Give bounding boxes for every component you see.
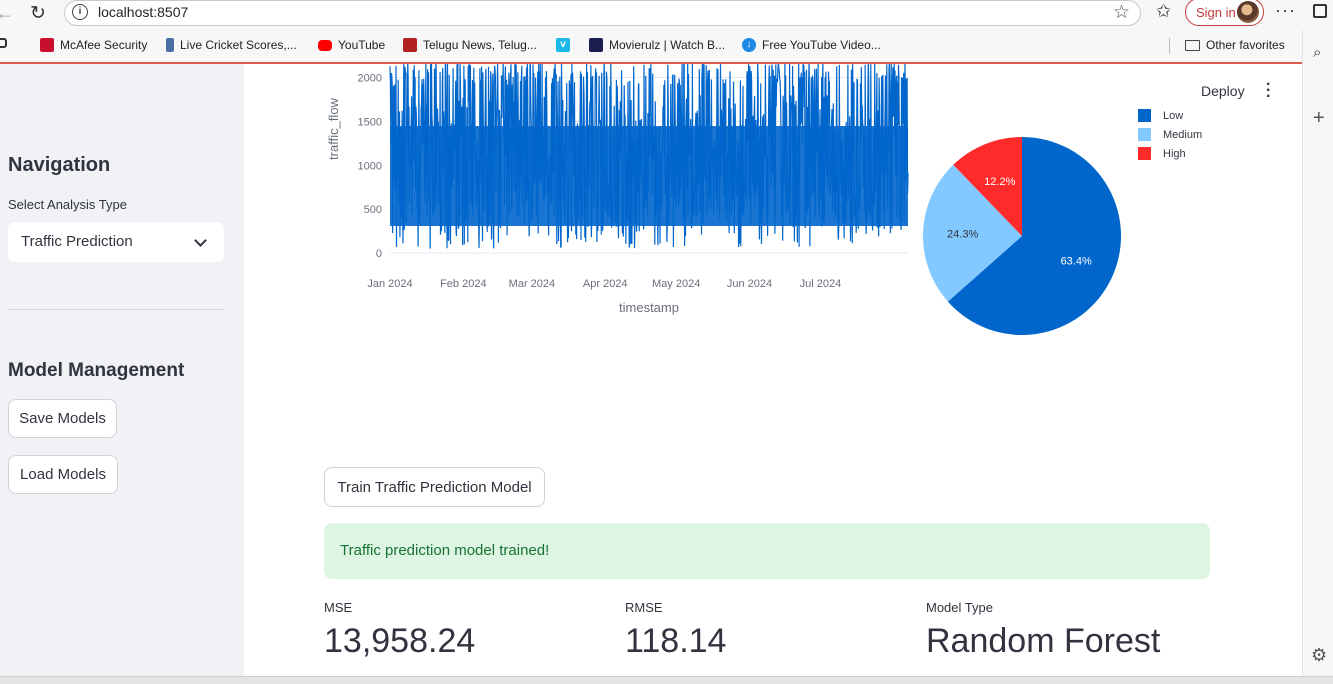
y-tick-label: 0	[376, 248, 382, 260]
search-icon[interactable]: ⌕	[1313, 44, 1321, 61]
analysis-type-value[interactable]: Traffic Prediction	[21, 233, 133, 250]
x-tick-label: Jan 2024	[367, 278, 412, 290]
save-models-button[interactable]: Save Models	[8, 399, 117, 438]
pie-label-medium: 24.3%	[947, 229, 978, 241]
traffic-flow-series-density	[390, 126, 908, 226]
metric-rmse-value: 118.14	[625, 622, 727, 660]
charts-svg: 0 500 1000 1500 2000 Jan 2024 Feb 2024 Mar 2024…	[326, 64, 1121, 335]
y-tick-label: 500	[364, 204, 382, 216]
bookmark-mcafee[interactable]: McAfee Security	[40, 38, 147, 52]
legend-swatch-high	[1138, 147, 1151, 160]
more-dots-icon[interactable]: ···	[1275, 0, 1296, 21]
success-message: Traffic prediction model trained!	[340, 542, 550, 559]
x-tick-label: Jun 2024	[727, 278, 772, 290]
train-model-button[interactable]: Train Traffic Prediction Model	[324, 467, 545, 507]
reload-icon[interactable]: ↻	[30, 2, 46, 25]
vimeo-icon: v	[556, 38, 570, 52]
bookmark-separator	[1169, 38, 1170, 54]
metric-model-type-value: Random Forest	[926, 622, 1161, 660]
x-tick-label: Apr 2024	[583, 278, 628, 290]
youtube-icon	[318, 39, 332, 51]
x-tick-label: Mar 2024	[509, 278, 555, 290]
x-tick-label: Feb 2024	[440, 278, 486, 290]
deploy-button[interactable]: Deploy	[1201, 83, 1245, 99]
main-menu-icon[interactable]: · · ·	[1266, 77, 1271, 105]
signin-label[interactable]: Sign in	[1196, 5, 1236, 20]
telugu-news-icon	[403, 38, 417, 52]
y-tick-label: 1000	[358, 160, 382, 172]
metric-mse-value: 13,958.24	[324, 622, 476, 660]
y-tick-label: 1500	[358, 116, 382, 128]
bookmark-cricket[interactable]: Live Cricket Scores,...	[166, 38, 297, 52]
mcafee-icon	[40, 38, 54, 52]
profile-avatar[interactable]	[1237, 1, 1259, 23]
other-favorites[interactable]: Other favorites	[1185, 38, 1285, 52]
url-field[interactable]	[64, 0, 1141, 26]
legend-item-high[interactable]: High	[1138, 147, 1186, 160]
legend-item-low[interactable]: Low	[1138, 109, 1183, 122]
sidebar-toggle-icon[interactable]	[1313, 4, 1327, 18]
y-axis-title: traffic_flow	[326, 97, 341, 160]
add-icon[interactable]: +	[1313, 107, 1325, 130]
select-label: Select Analysis Type	[8, 197, 127, 212]
legend-swatch-low	[1138, 109, 1151, 122]
bookmark-movierulz[interactable]: Movierulz | Watch B...	[589, 38, 725, 52]
bookmark-vimeo[interactable]: v	[556, 38, 570, 52]
x-tick-label: Jul 2024	[800, 278, 842, 290]
movierulz-icon	[589, 38, 603, 52]
back-arrow-icon[interactable]: ←	[0, 3, 14, 24]
site-info-icon[interactable]: i	[72, 4, 88, 20]
legend-swatch-medium	[1138, 128, 1151, 141]
model-management-title: Model Management	[8, 360, 185, 381]
download-icon: ↓	[742, 38, 756, 52]
favorite-star-icon[interactable]: ☆	[1113, 1, 1130, 24]
metric-rmse-label: RMSE	[625, 600, 663, 615]
bookmark-telugu-news[interactable]: Telugu News, Telug...	[403, 38, 537, 52]
bookmark-youtube[interactable]: YouTube	[318, 38, 385, 52]
navigation-title: Navigation	[8, 154, 111, 176]
cricket-icon	[166, 38, 174, 52]
favorites-menu-icon[interactable]	[0, 38, 7, 48]
metric-model-type-label: Model Type	[926, 600, 993, 615]
bottom-scrollbar-area	[0, 676, 1333, 684]
bookmark-free-youtube-video[interactable]: ↓ Free YouTube Video...	[742, 38, 881, 52]
pie-label-high: 12.2%	[984, 176, 1015, 188]
url-text[interactable]: localhost:8507	[98, 4, 188, 20]
folder-icon	[1185, 39, 1200, 51]
gear-icon[interactable]: ⚙	[1311, 645, 1327, 666]
y-tick-label: 2000	[358, 73, 382, 85]
x-axis-title: timestamp	[619, 300, 679, 315]
favorites-icon[interactable]: ✩	[1156, 1, 1171, 22]
sidebar-divider	[8, 309, 224, 310]
legend-item-medium[interactable]: Medium	[1138, 128, 1202, 141]
metric-mse-label: MSE	[324, 600, 353, 615]
pie-label-low: 63.4%	[1061, 255, 1092, 267]
x-tick-label: May 2024	[652, 278, 700, 290]
load-models-button[interactable]: Load Models	[8, 455, 118, 494]
